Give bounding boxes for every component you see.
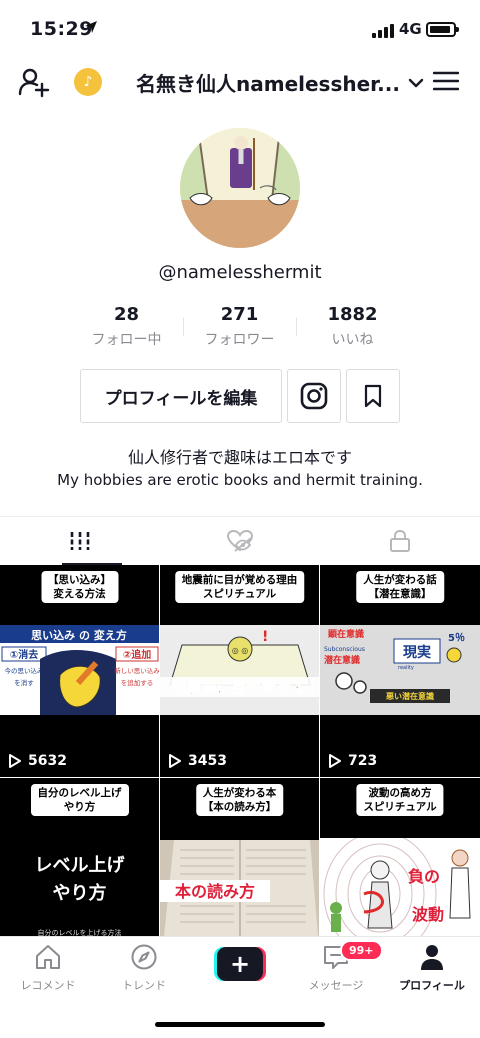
svg-text:現実: 現実 <box>403 644 431 661</box>
profile-tabs <box>0 516 480 565</box>
menu-icon[interactable] <box>433 70 459 92</box>
svg-text:◎ ◎: ◎ ◎ <box>232 646 249 655</box>
bookmark-icon <box>364 384 382 408</box>
svg-text:顕在意識: 顕在意識 <box>328 628 364 640</box>
svg-text:Subconscious: Subconscious <box>324 646 365 653</box>
profile-header: ♪ 名無き仙人namelessher... <box>0 58 480 106</box>
video-caption: 自分のレベル上げ やり方 <box>30 784 129 816</box>
svg-text:今の思い込み: 今の思い込み <box>5 666 45 675</box>
svg-text:波動: 波動 <box>412 905 444 924</box>
nav-profile[interactable]: プロフィール <box>384 943 480 993</box>
nav-trend[interactable]: トレンド <box>96 943 192 993</box>
following-stat[interactable]: 28 フォロー中 <box>70 304 183 352</box>
grid-icon <box>70 531 90 550</box>
followers-count: 271 <box>220 304 259 325</box>
likes-count: 1882 <box>327 304 378 325</box>
nav-recommend[interactable]: レコメンド <box>0 943 96 993</box>
svg-text:負の: 負の <box>408 867 440 886</box>
followers-label: フォロワー <box>204 332 275 348</box>
svg-text:①消去: ①消去 <box>10 648 38 661</box>
bio-line-english: My hobbies are erotic books and hermit t… <box>57 471 423 489</box>
view-count: 723 <box>328 753 377 769</box>
tab-videos[interactable] <box>0 517 160 565</box>
view-count: 5632 <box>8 753 67 769</box>
home-indicator <box>155 1022 325 1027</box>
thumbnail-illustration: ◎ ◎ ! 地震前に目が覚める <box>160 625 319 715</box>
instagram-icon <box>300 382 328 410</box>
thumbnail-illustration: 本の読み方 <box>160 840 319 936</box>
video-caption: 人生が変わる本 【本の読み方】 <box>195 784 284 816</box>
coin-icon[interactable]: ♪ <box>74 68 102 96</box>
nav-label: トレンド <box>122 979 166 992</box>
home-icon <box>36 945 60 969</box>
nav-label: プロフィール <box>399 979 465 992</box>
svg-text:reality: reality <box>398 665 414 671</box>
nav-label: レコメンド <box>20 979 76 992</box>
create-button[interactable]: + <box>214 947 266 981</box>
thumbnail-illustration: 負の 波動 <box>320 838 480 936</box>
video-caption: 地震前に目が覚める理由 スピリチュアル <box>174 571 305 603</box>
following-count: 28 <box>113 304 140 325</box>
instagram-button[interactable] <box>287 369 341 423</box>
edit-profile-button[interactable]: プロフィールを編集 <box>80 369 282 423</box>
bio-line-japanese: 仙人修行者で趣味はエロ本です <box>127 448 352 467</box>
svg-text:!: ! <box>262 629 268 645</box>
compass-icon <box>131 944 157 970</box>
svg-text:潜在意識: 潜在意識 <box>324 654 360 666</box>
svg-text:②追加: ②追加 <box>123 648 151 661</box>
thumbnail-illustration: 顕在意識 Subconscious 潜在意識 現実 reality 5％ 悪い潜… <box>320 625 480 715</box>
message-badge: 99+ <box>340 940 383 961</box>
account-title: 名無き仙人namelessher... <box>136 72 400 96</box>
profile-stats: 28 フォロー中 271 フォロワー 1882 いいね <box>70 304 410 352</box>
plus-icon: + <box>217 947 263 981</box>
status-bar: 15:29 4G <box>0 0 480 58</box>
video-grid: 【思い込み】 変える方法 思い込み の 変え方 ①消去 今の思い込み を消す ②追… <box>0 565 480 990</box>
play-icon <box>9 754 21 768</box>
network-type: 4G <box>399 20 422 38</box>
play-icon <box>169 754 181 768</box>
video-caption: 【思い込み】 変える方法 <box>41 571 118 603</box>
svg-text:地震前に目が覚める: 地震前に目が覚める <box>171 679 306 697</box>
video-caption: 波動の高め方 スピリチュアル <box>356 784 444 816</box>
tab-private[interactable] <box>320 517 480 564</box>
video-thumbnail[interactable]: 【思い込み】 変える方法 思い込み の 変え方 ①消去 今の思い込み を消す ②追… <box>0 565 159 777</box>
nav-label: メッセージ <box>308 979 364 992</box>
likes-label: いいね <box>331 332 374 348</box>
svg-text:悪い潜在意識: 悪い潜在意識 <box>386 691 434 701</box>
svg-text:を消す: を消す <box>14 678 34 687</box>
svg-text:を追加する: を追加する <box>121 678 154 687</box>
profile-bio: 仙人修行者で趣味はエロ本です My hobbies are erotic boo… <box>0 446 480 492</box>
location-arrow-icon <box>85 21 97 33</box>
view-count: 3453 <box>168 753 227 769</box>
profile-username: @namelesshermit <box>158 262 322 283</box>
account-switcher[interactable]: 名無き仙人namelessher... <box>136 68 424 97</box>
hidden-heart-icon <box>226 529 254 552</box>
profile-icon <box>421 945 443 970</box>
tab-liked[interactable] <box>160 517 320 564</box>
thumbnail-title: レベル上げ やり方 <box>34 855 125 904</box>
chevron-down-icon <box>408 78 424 87</box>
svg-text:本の読み方: 本の読み方 <box>175 882 255 901</box>
followers-stat[interactable]: 271 フォロワー <box>183 304 296 352</box>
video-thumbnail[interactable]: 地震前に目が覚める理由 スピリチュアル ◎ ◎ ! 地震前に目が覚める 3453 <box>160 565 319 777</box>
avatar[interactable] <box>180 128 300 248</box>
favorites-button[interactable] <box>346 369 400 423</box>
lock-icon <box>390 529 410 552</box>
svg-text:新しい思い込み: 新しい思い込み <box>114 666 159 675</box>
battery-icon <box>426 22 459 37</box>
following-label: フォロー中 <box>91 332 162 348</box>
svg-text:思い込み の 変え方: 思い込み の 変え方 <box>31 628 127 642</box>
video-caption: 人生が変わる話 【潜在意識】 <box>356 571 444 603</box>
thumbnail-illustration: 思い込み の 変え方 ①消去 今の思い込み を消す ②追加 新しい思い込み を追… <box>0 625 159 715</box>
svg-text:5％: 5％ <box>448 632 465 644</box>
add-friend-icon[interactable] <box>18 66 50 98</box>
video-thumbnail[interactable]: 人生が変わる話 【潜在意識】 顕在意識 Subconscious 潜在意識 現実 … <box>320 565 480 777</box>
likes-stat[interactable]: 1882 いいね <box>296 304 409 352</box>
play-icon <box>329 754 341 768</box>
signal-icon <box>372 24 394 38</box>
